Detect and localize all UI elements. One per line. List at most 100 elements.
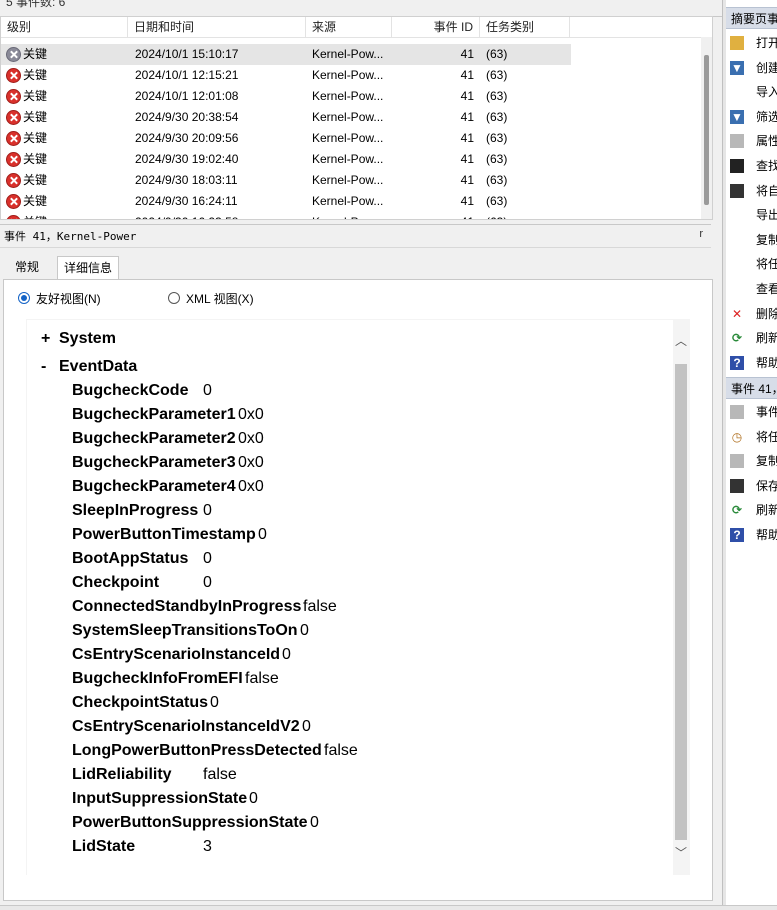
tab-general[interactable]: 常规 bbox=[9, 256, 49, 279]
summary-action-item[interactable]: 复制 bbox=[726, 228, 777, 252]
event-action-label: 事件 bbox=[756, 405, 777, 419]
event-action-label: 刷新 bbox=[756, 503, 777, 518]
cell-level: 关键 bbox=[23, 152, 48, 166]
cell-level: 关键 bbox=[23, 68, 48, 82]
event-action-item[interactable]: ◷ 将任 bbox=[726, 425, 777, 449]
table-row[interactable]: 关键 2024/10/1 15:10:17 Kernel-Pow... 41 (63) bbox=[1, 44, 571, 65]
event-list-scrollbar[interactable] bbox=[701, 37, 712, 219]
event-count-text: 5 事件数: 6 bbox=[6, 0, 66, 9]
critical-error-icon bbox=[6, 68, 21, 83]
summary-action-item[interactable]: 打开 bbox=[726, 31, 777, 55]
event-list-scroll-thumb[interactable] bbox=[704, 55, 709, 205]
actions-section-summary[interactable]: 摘要页事 bbox=[726, 7, 777, 29]
cell-source: Kernel-Pow... bbox=[312, 194, 384, 208]
table-row[interactable]: 关键 2024/10/1 12:15:21 Kernel-Pow... 41 (63) bbox=[1, 65, 571, 86]
system-node[interactable]: System bbox=[59, 329, 116, 349]
folder-open-icon bbox=[730, 36, 744, 50]
summary-action-item[interactable]: 将自 bbox=[726, 179, 777, 203]
summary-action-label: 查找 bbox=[756, 159, 777, 173]
event-data-scrollbar[interactable]: ︿ ﹀ bbox=[673, 322, 689, 872]
event-detail-header: 事件 41，Kernel-Power r bbox=[0, 224, 711, 248]
summary-action-item[interactable]: 导出 bbox=[726, 203, 777, 227]
cell-datetime: 2024/9/30 16:24:11 bbox=[135, 194, 238, 208]
save-icon bbox=[730, 183, 744, 198]
collapse-eventdata-toggle[interactable]: - bbox=[41, 357, 46, 377]
cell-category: (63) bbox=[486, 110, 508, 124]
event-action-label: 帮助 bbox=[756, 528, 777, 542]
event-action-item[interactable]: 事件 bbox=[726, 400, 777, 424]
field-value: 0 bbox=[282, 646, 291, 663]
cell-source: Kernel-Pow... bbox=[312, 173, 384, 187]
cell-category: (63) bbox=[486, 131, 508, 145]
column-header-datetime[interactable]: 日期和时间 bbox=[128, 17, 306, 37]
cell-category: (63) bbox=[486, 212, 566, 219]
critical-error-icon bbox=[6, 173, 21, 188]
event-properties-icon bbox=[730, 405, 744, 419]
cell-datetime: 2024/9/30 16:23:58 bbox=[135, 212, 303, 219]
table-row[interactable]: 关键 2024/9/30 19:02:40 Kernel-Pow... 41 (63) bbox=[1, 149, 571, 170]
event-action-item[interactable]: 保存 bbox=[726, 474, 777, 498]
tab-details[interactable]: 详细信息 bbox=[57, 256, 119, 279]
scroll-down-icon[interactable]: ﹀ bbox=[674, 846, 688, 860]
expand-system-toggle[interactable]: + bbox=[41, 329, 50, 349]
field-value: 0x0 bbox=[238, 478, 264, 495]
field-value: false bbox=[303, 598, 337, 615]
summary-action-item[interactable]: ▼ 筛选 bbox=[726, 105, 777, 129]
cell-level: 关键 bbox=[23, 47, 48, 61]
event-detail-title: 事件 41，Kernel-Power bbox=[4, 230, 137, 243]
summary-action-item[interactable]: ✕ 删除 bbox=[726, 302, 777, 326]
event-list-header: 级别 日期和时间 来源 事件 ID 任务类别 bbox=[1, 17, 712, 38]
summary-action-item[interactable]: 将任 bbox=[726, 252, 777, 276]
column-header-event-id[interactable]: 事件 ID bbox=[392, 17, 480, 37]
summary-action-item[interactable]: 导入 bbox=[726, 80, 777, 104]
table-row[interactable]: 关键 2024/10/1 12:01:08 Kernel-Pow... 41 (63) bbox=[1, 86, 571, 107]
event-action-item[interactable]: ⟳ 刷新 bbox=[726, 498, 777, 522]
column-header-source[interactable]: 来源 bbox=[306, 17, 392, 37]
event-data-view: + System - EventData BugcheckCode 0 Bugche… bbox=[27, 320, 673, 875]
summary-action-item[interactable]: ⟳ 刷新 bbox=[726, 326, 777, 350]
field-name: BugcheckParameter4 bbox=[72, 478, 236, 495]
field-name: BugcheckParameter2 bbox=[72, 430, 236, 447]
event-action-label: 将任 bbox=[756, 429, 777, 444]
summary-action-label: 将任 bbox=[756, 257, 777, 272]
field-name: BugcheckInfoFromEFI bbox=[72, 670, 243, 687]
critical-error-icon bbox=[6, 152, 21, 167]
critical-error-icon bbox=[6, 194, 21, 209]
event-list[interactable]: 级别 日期和时间 来源 事件 ID 任务类别 关键 2024/10/1 15:10… bbox=[0, 16, 713, 220]
event-action-item[interactable]: ? 帮助 bbox=[726, 523, 777, 547]
column-header-level[interactable]: 级别 bbox=[1, 17, 128, 37]
filter-icon: ▼ bbox=[730, 109, 744, 124]
eventdata-node[interactable]: EventData bbox=[59, 357, 137, 377]
summary-action-label: 将自 bbox=[756, 183, 777, 198]
table-row[interactable]: 关键 2024/9/30 18:03:11 Kernel-Pow... 41 (63) bbox=[1, 170, 571, 191]
field-value: 0 bbox=[203, 382, 212, 399]
summary-action-item[interactable]: 查找 bbox=[726, 154, 777, 178]
summary-action-item[interactable]: 查看 bbox=[726, 277, 777, 301]
scroll-up-icon[interactable]: ︿ bbox=[674, 334, 688, 348]
field-name: LidReliability bbox=[72, 766, 172, 783]
summary-action-item[interactable]: ▼ 创建 bbox=[726, 56, 777, 80]
cell-datetime: 2024/9/30 20:38:54 bbox=[135, 110, 239, 124]
event-data-scroll-thumb[interactable] bbox=[675, 364, 687, 840]
table-row[interactable]: 关键 2024/9/30 16:23:58 Kernel-Pow...41 (63) bbox=[1, 212, 571, 219]
table-row[interactable]: 关键 2024/9/30 20:09:56 Kernel-Pow... 41 (63) bbox=[1, 128, 571, 149]
properties-icon bbox=[730, 134, 744, 149]
event-action-label: 保存 bbox=[756, 478, 777, 493]
table-row[interactable]: 关键 2024/9/30 16:24:11 Kernel-Pow... 41 (63) bbox=[1, 191, 571, 212]
summary-action-label: 创建 bbox=[756, 60, 777, 75]
xml-view-label: XML 视图(X) bbox=[186, 292, 254, 306]
table-row[interactable]: 关键 2024/9/30 20:38:54 Kernel-Pow... 41 (63) bbox=[1, 107, 571, 128]
event-action-item[interactable]: 复制 bbox=[726, 449, 777, 473]
detail-close-button[interactable]: r bbox=[699, 228, 703, 240]
critical-error-icon bbox=[6, 110, 21, 125]
summary-action-item[interactable]: 属性 bbox=[726, 129, 777, 153]
cell-level: 关键 bbox=[23, 89, 48, 103]
field-name: BootAppStatus bbox=[72, 550, 189, 567]
summary-action-item[interactable]: ? 帮助 bbox=[726, 351, 777, 375]
column-header-task-category[interactable]: 任务类别 bbox=[480, 17, 570, 37]
actions-section-event[interactable]: 事件 41， bbox=[726, 377, 777, 399]
field-name: InputSuppressionState bbox=[72, 790, 248, 807]
critical-error-icon bbox=[6, 89, 21, 104]
cell-id: 41 bbox=[460, 110, 474, 124]
field-name: CsEntryScenarioInstanceId bbox=[72, 646, 281, 663]
